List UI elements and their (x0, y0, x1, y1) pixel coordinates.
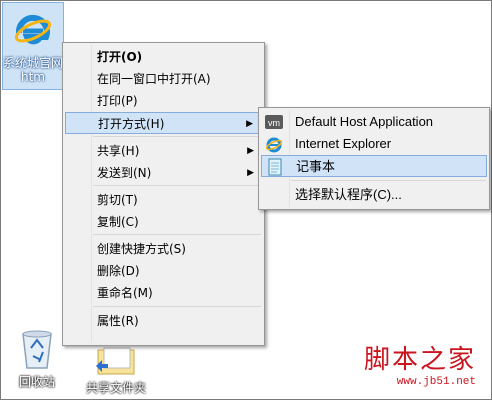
watermark-text: 脚本之家 (363, 345, 476, 375)
submenu-item-internet-explorer[interactable]: Internet Explorer (261, 133, 487, 155)
context-menu-separator (93, 185, 261, 186)
submenu-item-notepad[interactable]: 记事本 (261, 155, 487, 177)
context-menu-item[interactable]: 剪切(T) (65, 189, 262, 211)
htm-file-icon[interactable]: 系统城官网 htm (2, 2, 64, 90)
open-with-submenu: vm Default Host Application Internet Exp… (258, 107, 490, 210)
context-menu-item[interactable]: 打开(O) (65, 46, 262, 68)
context-menu-item[interactable]: 重命名(M) (65, 282, 262, 304)
context-menu-item[interactable]: 发送到(N) ▶ (65, 162, 262, 184)
recycle-bin-icon[interactable]: 回收站 (6, 326, 68, 396)
notepad-icon (268, 158, 282, 176)
context-menu-separator (93, 234, 261, 235)
vm-icon: vm (265, 115, 283, 129)
internet-explorer-icon (14, 14, 52, 45)
submenu-arrow-icon: ▶ (247, 146, 254, 156)
context-menu-item-label: 复制(C) (97, 215, 139, 229)
context-menu-item-label: 在同一窗口中打开(A) (97, 72, 211, 86)
submenu-arrow-icon: ▶ (247, 168, 254, 178)
context-menu-separator (93, 306, 261, 307)
context-menu-item-label: 重命名(M) (97, 286, 153, 300)
context-menu: 打开(O) 在同一窗口中打开(A) 打印(P) 打开方式(H) ▶ 共享(H) ▶ 发送到(N… (62, 42, 265, 346)
site-watermark: 脚本之家 www.jb51.net (364, 339, 476, 388)
recycle-bin-glyph (22, 330, 52, 369)
submenu-item-label: 记事本 (296, 159, 336, 174)
context-menu-item-label: 打开(O) (97, 50, 143, 64)
context-menu-item-label: 共享(H) (97, 144, 140, 158)
context-menu-item[interactable]: 创建快捷方式(S) (65, 238, 262, 260)
context-menu-item-label: 打开方式(H) (98, 117, 165, 131)
context-menu-item[interactable]: 打开方式(H) ▶ (65, 112, 262, 134)
submenu-item-label: Default Host Application (295, 114, 434, 129)
context-menu-item[interactable]: 打印(P) (65, 90, 262, 112)
context-menu-item-label: 发送到(N) (97, 166, 152, 180)
watermark-url: www.jb51.net (396, 376, 476, 388)
submenu-arrow-icon: ▶ (246, 119, 253, 129)
submenu-item-default-host[interactable]: vm Default Host Application (261, 111, 487, 133)
svg-text:vm: vm (268, 118, 280, 128)
shared-folder-icon[interactable]: 共享文件夹 (80, 342, 152, 398)
context-menu-item-label: 剪切(T) (97, 193, 138, 207)
recycle-bin-label: 回收站 (18, 375, 55, 389)
submenu-separator (291, 180, 486, 181)
context-menu-item-label: 删除(D) (97, 264, 140, 278)
submenu-item-label: Internet Explorer (295, 136, 392, 151)
context-menu-item[interactable]: 共享(H) ▶ (65, 140, 262, 162)
context-menu-item-label: 创建快捷方式(S) (97, 242, 186, 256)
file-label: 系统城官网 htm (3, 56, 64, 84)
context-menu-item[interactable]: 在同一窗口中打开(A) (65, 68, 262, 90)
ie-icon (265, 137, 283, 153)
folder-glyph (96, 347, 135, 375)
context-menu-item[interactable]: 删除(D) (65, 260, 262, 282)
shared-folder-label: 共享文件夹 (85, 381, 146, 395)
submenu-item-choose-default[interactable]: 选择默认程序(C)... (261, 184, 487, 206)
context-menu-separator (93, 136, 261, 137)
context-menu-item[interactable]: 复制(C) (65, 211, 262, 233)
context-menu-item[interactable]: 属性(R) (65, 310, 262, 332)
submenu-item-label: 选择默认程序(C)... (295, 187, 402, 202)
context-menu-item-label: 打印(P) (97, 94, 138, 108)
context-menu-item-label: 属性(R) (97, 314, 139, 328)
